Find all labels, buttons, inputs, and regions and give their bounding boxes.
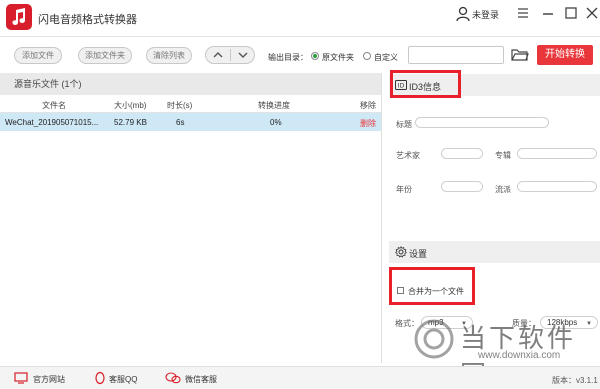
genre-field[interactable] xyxy=(517,181,597,192)
qq-icon[interactable] xyxy=(94,371,106,385)
album-field[interactable] xyxy=(517,148,597,159)
footer: 官方网站 客服QQ 微信客服 版本：v3.1.1 xyxy=(0,366,600,389)
file-list-panel: 源音乐文件 (1个) 文件名 大小(mb) 时长(s) 转换进度 移除 WeCh… xyxy=(0,73,382,363)
year-field[interactable] xyxy=(441,181,483,192)
maximize-icon[interactable] xyxy=(563,5,579,21)
col-size: 大小(mb) xyxy=(114,101,147,110)
add-folder-button[interactable]: 添加文件夹 xyxy=(78,47,132,64)
wechat-icon[interactable] xyxy=(165,372,181,384)
col-filename: 文件名 xyxy=(42,101,66,110)
move-up-icon[interactable] xyxy=(212,50,224,60)
title-label: 标题 xyxy=(396,120,412,129)
version-label: 版本：v3.1.1 xyxy=(552,376,598,385)
divider xyxy=(230,49,231,61)
row-filename: WeChat_201905071015... xyxy=(5,118,99,127)
move-down-icon[interactable] xyxy=(237,50,249,60)
menu-icon[interactable] xyxy=(515,5,531,21)
row-progress: 0% xyxy=(270,118,282,127)
watermark-logo xyxy=(414,319,454,359)
genre-label: 流派 xyxy=(495,185,511,194)
table-row[interactable]: WeChat_201905071015... 52.79 KB 6s 0% 删除 xyxy=(0,113,381,131)
add-file-button[interactable]: 添加文件 xyxy=(14,47,62,64)
artist-label: 艺术家 xyxy=(396,151,420,160)
radio-original-label: 原文件夹 xyxy=(322,53,354,62)
output-dir-label: 输出目录： xyxy=(268,53,308,62)
title-bar: 闪电音频格式转换器 未登录 xyxy=(0,0,600,34)
col-remove: 移除 xyxy=(360,101,376,110)
qq-support-link[interactable]: 客服QQ xyxy=(109,374,137,385)
album-label: 专辑 xyxy=(495,151,511,160)
start-convert-button[interactable]: 开始转换 xyxy=(537,45,593,65)
radio-custom-label: 自定义 xyxy=(374,53,398,62)
website-icon[interactable] xyxy=(14,372,28,384)
artist-field[interactable] xyxy=(441,148,483,159)
col-duration: 时长(s) xyxy=(167,101,193,110)
website-link[interactable]: 官方网站 xyxy=(33,374,65,385)
settings-section-header: 设置 xyxy=(389,241,600,263)
music-note-icon xyxy=(12,8,26,26)
col-progress: 转换进度 xyxy=(258,101,290,110)
radio-custom-folder[interactable] xyxy=(363,52,371,60)
table-header: 文件名 大小(mb) 时长(s) 转换进度 移除 xyxy=(0,95,381,113)
folder-icon[interactable] xyxy=(511,48,529,62)
radio-original-folder[interactable] xyxy=(311,52,319,60)
login-button[interactable]: 未登录 xyxy=(456,5,499,23)
user-icon xyxy=(456,6,470,22)
minimize-icon[interactable] xyxy=(540,5,556,21)
output-path-input[interactable] xyxy=(408,46,504,64)
file-list-header: 源音乐文件 (1个) xyxy=(0,73,381,95)
wechat-support-link[interactable]: 微信客服 xyxy=(185,374,217,385)
watermark-url: www.downxia.com xyxy=(478,350,561,361)
title-field[interactable] xyxy=(415,117,549,128)
merge-label: 合并为一个文件 xyxy=(408,287,464,296)
year-label: 年份 xyxy=(396,185,412,194)
toolbar: 添加文件 添加文件夹 清除列表 输出目录： 原文件夹 自定义 开始转换 xyxy=(0,36,600,70)
clear-list-button[interactable]: 清除列表 xyxy=(146,47,192,64)
row-size: 52.79 KB xyxy=(114,118,147,127)
app-title: 闪电音频格式转换器 xyxy=(38,14,137,26)
row-duration: 6s xyxy=(176,118,185,127)
close-icon[interactable] xyxy=(584,5,600,21)
app-logo xyxy=(6,4,32,30)
row-delete-link[interactable]: 删除 xyxy=(360,118,376,129)
reorder-buttons xyxy=(205,46,255,64)
highlight-box-id3 xyxy=(390,70,461,98)
merge-checkbox[interactable] xyxy=(397,287,404,294)
settings-gear-icon xyxy=(395,246,407,258)
login-status: 未登录 xyxy=(472,9,500,20)
settings-section-title: 设置 xyxy=(409,249,428,259)
